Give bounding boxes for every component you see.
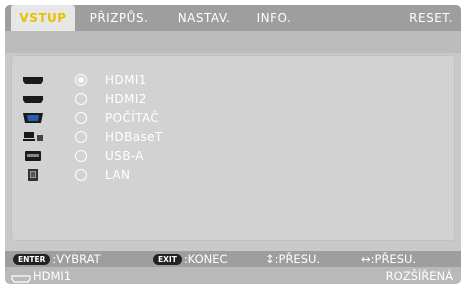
usb-icon <box>22 149 44 163</box>
hint-label: ↕:PŘESU. <box>265 252 321 266</box>
hint-label: ↔:PŘESU. <box>361 252 417 266</box>
menu-mode: ROZŠÍŘENÁ <box>385 269 453 283</box>
hint-move-vertical: ↕:PŘESU. <box>265 251 320 267</box>
input-label: HDMI2 <box>105 92 147 106</box>
tab-prizpus[interactable]: PŘIZPŮS. <box>75 5 163 31</box>
list-item-usb-a[interactable]: USB-A <box>11 147 311 165</box>
osd-menu: VSTUP PŘIZPŮS. NASTAV. INFO. RESET. HDMI… <box>5 5 461 284</box>
radio-button[interactable] <box>75 150 87 162</box>
input-label: HDMI1 <box>105 73 147 87</box>
radio-button[interactable] <box>75 131 87 143</box>
tab-nastav[interactable]: NASTAV. <box>163 5 245 31</box>
hint-label: :VYBRAT <box>52 252 101 266</box>
list-item-lan[interactable]: LAN <box>11 166 311 184</box>
radio-button[interactable] <box>75 169 87 181</box>
input-list-panel: HDMI1 HDMI2 POČÍTAČ HDBaseT USB-A LAN <box>11 55 455 241</box>
tab-info[interactable]: INFO. <box>245 5 303 31</box>
tab-reset[interactable]: RESET. <box>303 5 457 31</box>
enter-key-badge: ENTER <box>13 253 51 265</box>
current-source: HDMI1 <box>33 269 72 283</box>
hint-enter: ENTER :VYBRAT <box>13 251 101 267</box>
hint-label: :KONEC <box>183 252 228 266</box>
input-label: HDBaseT <box>105 130 163 144</box>
vga-icon <box>22 111 44 125</box>
hdmi-icon <box>11 272 31 284</box>
submenu-strip <box>5 31 461 53</box>
status-bar: HDMI1 ROZŠÍŘENÁ <box>5 267 461 284</box>
hint-exit: EXIT :KONEC <box>153 251 228 267</box>
list-item-hdmi1[interactable]: HDMI1 <box>11 71 311 89</box>
list-item-hdmi2[interactable]: HDMI2 <box>11 90 311 108</box>
tab-vstup[interactable]: VSTUP <box>11 5 75 31</box>
radio-selected[interactable] <box>75 74 87 86</box>
list-item-pocitac[interactable]: POČÍTAČ <box>11 109 311 127</box>
tab-bar: VSTUP PŘIZPŮS. NASTAV. INFO. RESET. <box>5 5 461 31</box>
hint-move-horizontal: ↔:PŘESU. <box>361 251 416 267</box>
hdmi-icon <box>22 92 44 106</box>
lan-icon <box>22 168 44 182</box>
input-label: LAN <box>105 168 131 182</box>
radio-button[interactable] <box>75 112 87 124</box>
exit-key-badge: EXIT <box>153 253 182 265</box>
hdbaset-icon <box>22 130 44 144</box>
list-item-hdbaset[interactable]: HDBaseT <box>11 128 311 146</box>
radio-button[interactable] <box>75 93 87 105</box>
hdmi-icon <box>22 73 44 87</box>
input-label: POČÍTAČ <box>105 111 160 125</box>
input-label: USB-A <box>105 149 144 163</box>
key-hints-bar: ENTER :VYBRAT EXIT :KONEC ↕:PŘESU. ↔:PŘE… <box>5 251 461 267</box>
